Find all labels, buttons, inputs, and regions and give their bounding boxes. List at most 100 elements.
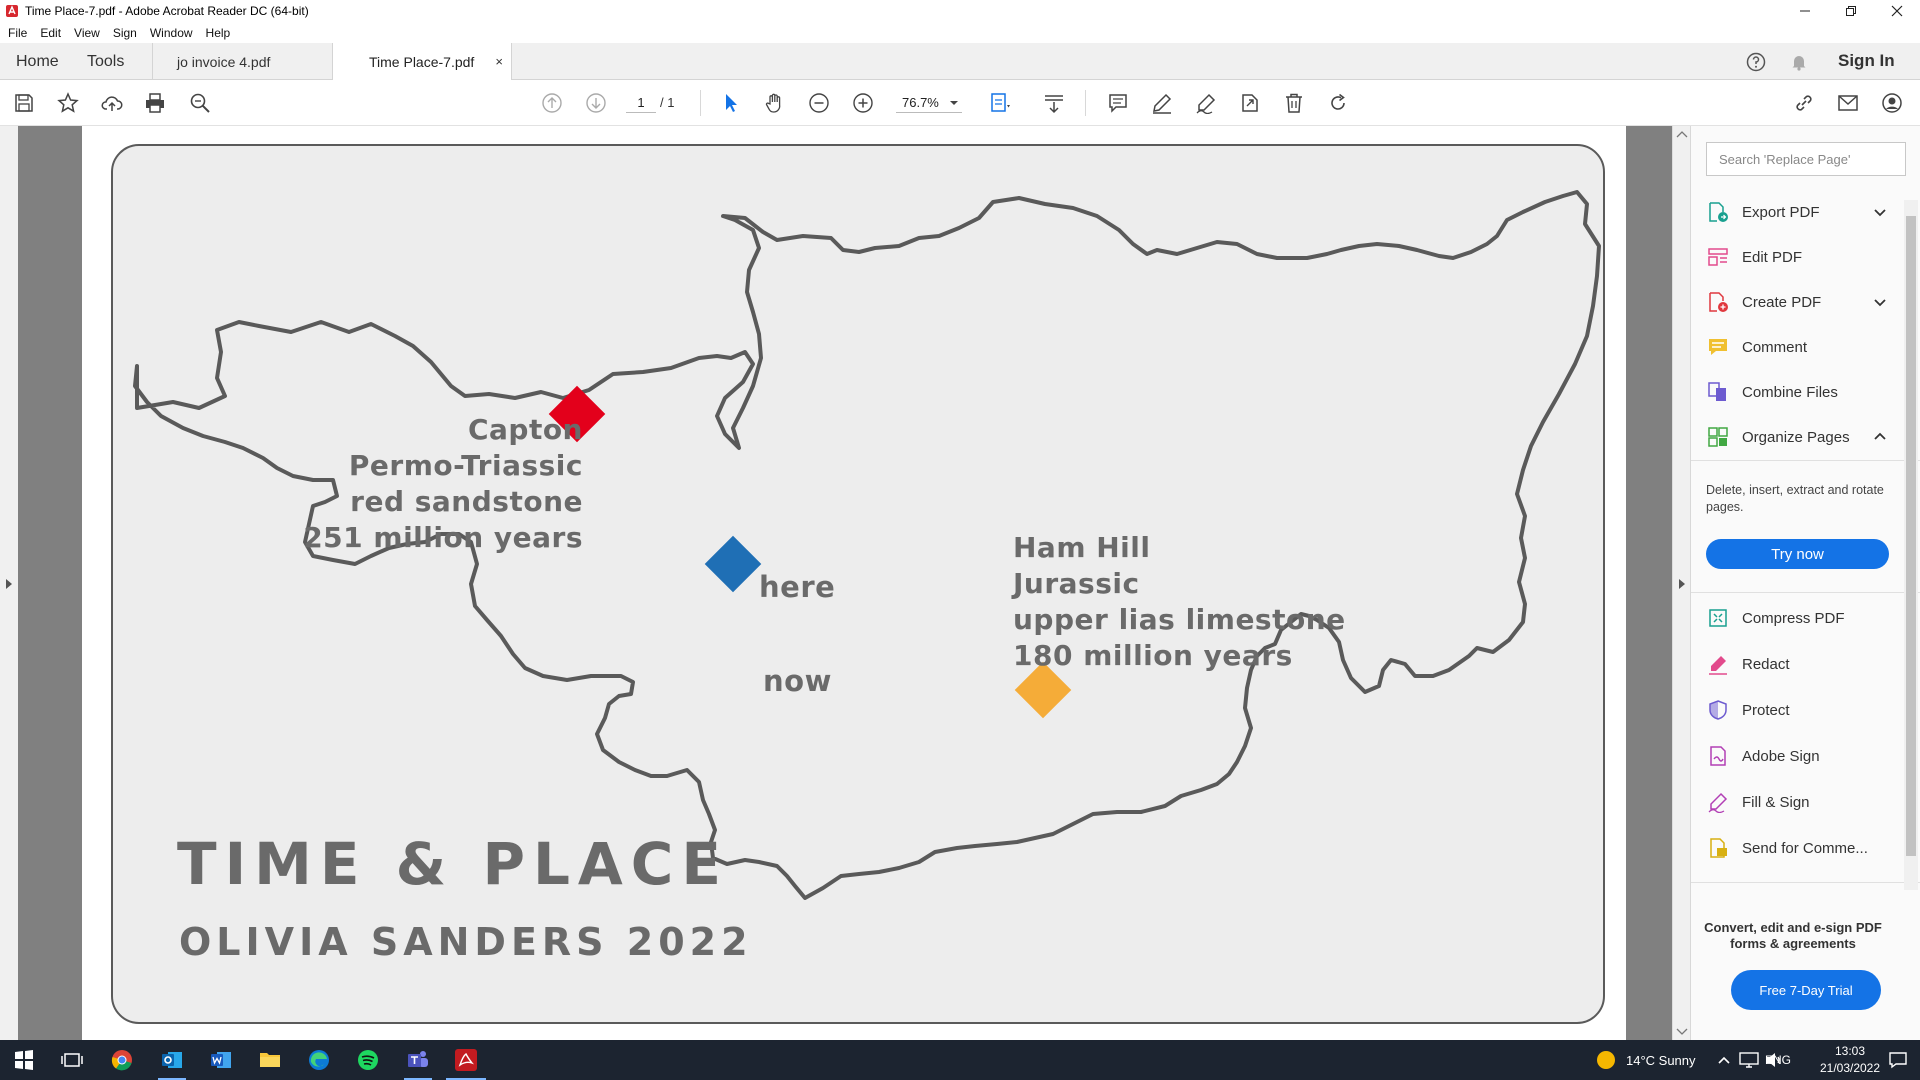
zoom-level-select[interactable]: 76.7%: [896, 93, 962, 113]
save-button[interactable]: [12, 91, 36, 115]
tab-home[interactable]: Home: [16, 53, 59, 71]
upload-cloud-button[interactable]: [100, 91, 124, 115]
task-view-button[interactable]: [58, 1046, 86, 1074]
tools-pane-scrollbar[interactable]: [1904, 200, 1918, 890]
tool-organize-pages[interactable]: Organize Pages: [1706, 422, 1906, 452]
share-link-button[interactable]: [1792, 91, 1816, 115]
comment-button[interactable]: [1106, 91, 1130, 115]
taskbar-file-explorer[interactable]: [256, 1046, 284, 1074]
tool-label: Organize Pages: [1742, 428, 1850, 446]
arrow-down-circle-icon: [586, 93, 606, 113]
menu-file[interactable]: File: [8, 26, 27, 40]
print-button[interactable]: [143, 91, 167, 115]
right-panel-toggle[interactable]: [1672, 126, 1690, 1040]
find-button[interactable]: [188, 91, 212, 115]
scroll-down-icon[interactable]: [1676, 1028, 1688, 1036]
tab-document-invoice[interactable]: jo invoice 4.pdf: [152, 43, 332, 80]
taskbar-chrome[interactable]: [108, 1046, 136, 1074]
clock-date[interactable]: 21/03/2022: [1816, 1061, 1884, 1075]
organize-pages-description: Delete, insert, extract and rotate pages…: [1706, 483, 1884, 514]
chevron-right-icon: [6, 579, 12, 589]
tab-document-time-place[interactable]: Time Place-7.pdf ×: [332, 43, 512, 81]
tools-search-input[interactable]: Search 'Replace Page': [1706, 142, 1906, 176]
highlight-button[interactable]: [1150, 91, 1174, 115]
menu-view[interactable]: View: [74, 26, 100, 40]
chevron-down-icon[interactable]: [1874, 206, 1886, 218]
taskbar-spotify[interactable]: [354, 1046, 382, 1074]
toolbar-divider: [1085, 90, 1086, 116]
email-button[interactable]: [1836, 91, 1860, 115]
previous-page-button[interactable]: [540, 91, 564, 115]
share-icon: [1242, 94, 1258, 112]
chevron-up-icon[interactable]: [1874, 431, 1886, 443]
zoom-in-button[interactable]: [851, 91, 875, 115]
scroll-mode-button[interactable]: [1042, 91, 1066, 115]
taskbar-acrobat[interactable]: [452, 1046, 480, 1074]
next-page-button[interactable]: [584, 91, 608, 115]
clock-time[interactable]: 13:03: [1820, 1044, 1880, 1058]
menu-help[interactable]: Help: [206, 26, 231, 40]
tool-comment[interactable]: Comment: [1706, 332, 1906, 362]
hand-tool-button[interactable]: [763, 91, 787, 115]
outlook-icon: [162, 1052, 182, 1068]
tool-adobe-sign[interactable]: Adobe Sign: [1706, 741, 1906, 771]
taskbar-edge[interactable]: [305, 1046, 333, 1074]
tool-protect[interactable]: Protect: [1706, 695, 1906, 725]
language-indicator[interactable]: ENG: [1765, 1053, 1791, 1067]
try-now-button[interactable]: Try now: [1706, 539, 1889, 569]
left-panel-toggle[interactable]: [0, 126, 18, 1040]
tray-network[interactable]: [1735, 1046, 1763, 1074]
toolbar-divider: [700, 90, 701, 116]
help-icon[interactable]: [1746, 52, 1766, 72]
notification-bell-icon[interactable]: [1789, 52, 1809, 72]
menu-sign[interactable]: Sign: [113, 26, 137, 40]
bookmark-button[interactable]: [56, 91, 80, 115]
start-button[interactable]: [10, 1046, 38, 1074]
tool-edit-pdf[interactable]: Edit PDF: [1706, 242, 1906, 272]
windows-logo-icon: [15, 1050, 33, 1070]
weather-text[interactable]: 14°C Sunny: [1626, 1053, 1696, 1068]
select-tool-button[interactable]: [719, 91, 743, 115]
combine-files-icon: [1708, 382, 1726, 401]
fit-page-button[interactable]: [988, 91, 1012, 115]
rotate-button[interactable]: [1326, 91, 1350, 115]
tab-tools[interactable]: Tools: [87, 53, 124, 71]
tool-label: Combine Files: [1742, 383, 1838, 401]
close-icon: [1891, 5, 1903, 17]
sign-button[interactable]: [1194, 91, 1218, 115]
weather-widget[interactable]: [1592, 1046, 1620, 1074]
chevron-down-icon[interactable]: [1874, 296, 1886, 308]
tool-send-for-comments[interactable]: Send for Comme...: [1706, 833, 1906, 863]
capton-line: Capton: [467, 413, 583, 446]
tool-fill-sign[interactable]: Fill & Sign: [1706, 787, 1906, 817]
here-marker: [704, 535, 762, 593]
taskbar-word[interactable]: [207, 1046, 235, 1074]
taskbar-teams[interactable]: [404, 1046, 432, 1074]
free-trial-button[interactable]: Free 7-Day Trial: [1731, 970, 1881, 1010]
tray-show-hidden[interactable]: [1710, 1046, 1738, 1074]
tool-export-pdf[interactable]: Export PDF: [1706, 197, 1906, 227]
share-file-button[interactable]: [1238, 91, 1262, 115]
menu-bar: File Edit View Sign Window Help: [0, 22, 1920, 43]
account-button[interactable]: [1880, 91, 1904, 115]
sign-in-link[interactable]: Sign In: [1838, 51, 1895, 71]
tool-compress-pdf[interactable]: Compress PDF: [1706, 603, 1906, 633]
zoom-out-button[interactable]: [807, 91, 831, 115]
scroll-up-icon[interactable]: [1676, 130, 1688, 138]
tool-redact[interactable]: Redact: [1706, 649, 1906, 679]
action-center-button[interactable]: [1884, 1046, 1912, 1074]
taskbar-outlook[interactable]: [158, 1046, 186, 1074]
tool-create-pdf[interactable]: Create PDF: [1706, 287, 1906, 317]
page-number-input[interactable]: 1: [626, 93, 656, 113]
menu-edit[interactable]: Edit: [40, 26, 61, 40]
scrollbar-thumb[interactable]: [1906, 216, 1916, 856]
send-for-comments-icon: [1710, 838, 1727, 858]
document-area[interactable]: Capton Permo-Triassic red sandstone 251 …: [0, 126, 1690, 1040]
menu-window[interactable]: Window: [150, 26, 193, 40]
restore-button[interactable]: [1828, 0, 1874, 22]
tool-combine-files[interactable]: Combine Files: [1706, 377, 1906, 407]
tab-close-icon[interactable]: ×: [495, 54, 503, 69]
close-window-button[interactable]: [1874, 0, 1920, 22]
minimize-button[interactable]: [1782, 0, 1828, 22]
delete-button[interactable]: [1282, 91, 1306, 115]
